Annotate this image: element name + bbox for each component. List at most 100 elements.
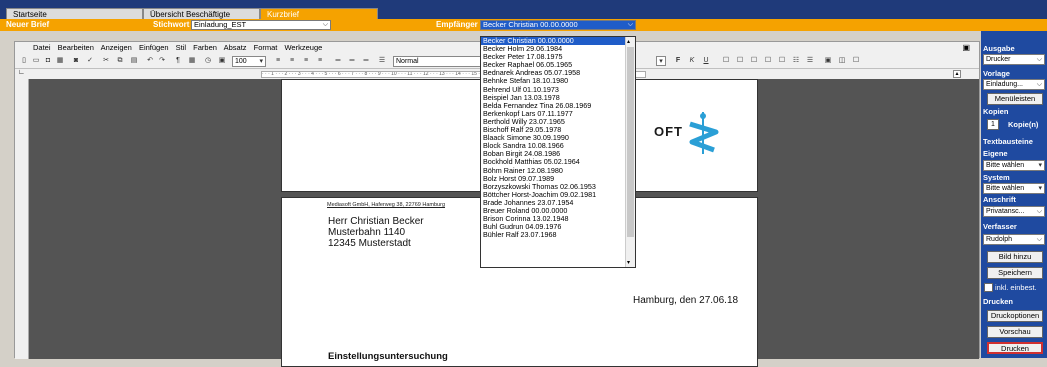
recipient-option[interactable]: Bühler Ralf 23.07.1968 [481,231,635,239]
font-size-dropdown-icon[interactable]: ▾ [656,56,666,66]
scroll-down-icon[interactable]: ▾ [627,259,630,266]
print-icon[interactable]: ▦ [55,56,65,66]
chevron-down-icon: ⌵ [627,21,633,28]
menu-absatz[interactable]: Absatz [224,43,247,52]
print-preview-icon[interactable]: ◙ [71,56,81,66]
redo-icon[interactable]: ↷ [157,56,167,66]
ausgabe-label: Ausgabe [983,44,1015,53]
eigene-select[interactable]: Bitte wählen ▾ [983,160,1045,171]
stichwort-label: Stichwort [153,20,190,29]
menuleisten-button[interactable]: Menüleisten [987,93,1043,105]
clock-icon[interactable]: ◷ [203,56,213,66]
vorlage-label: Vorlage [983,69,1010,78]
cut-icon[interactable]: ✂ [101,56,111,66]
border-bottom-icon[interactable]: ☐ [777,56,787,66]
chevron-down-icon: ⌵ [322,21,328,28]
eigene-label: Eigene [983,149,1008,158]
empfaenger-select[interactable]: Becker Christian 00.00.0000 ⌵ [480,20,636,30]
align-justify-icon[interactable]: ≡ [315,56,325,66]
tab-startseite[interactable]: Startseite [6,8,143,19]
spacing-onehalf-icon[interactable]: ═ [347,56,357,66]
bild-hinzu-button[interactable]: Bild hinzu [987,251,1043,263]
italic-icon[interactable]: K [687,56,697,66]
recipient-name: Herr Christian Becker [328,216,424,227]
textbausteine-label: Textbausteine [983,137,1033,146]
recipient-dropdown-list[interactable]: Becker Christian 00.00.0000 Becker Holm 2… [480,36,636,268]
menu-datei[interactable]: Datei [33,43,51,52]
menu-farben[interactable]: Farben [193,43,217,52]
druckoptionen-button[interactable]: Druckoptionen [987,310,1043,322]
chevron-down-icon: ⌵ [1036,236,1042,243]
list-scrollbar[interactable]: ▴ ▾ [625,37,635,267]
align-center-icon[interactable]: ≡ [287,56,297,66]
spellcheck-icon[interactable]: ✓ [85,56,95,66]
vertical-ruler[interactable] [15,79,29,359]
menu-format[interactable]: Format [254,43,278,52]
speichern-button[interactable]: Speichern [987,267,1043,279]
drucken-section-label: Drucken [983,297,1014,306]
open-folder-icon[interactable]: ▭ [31,56,41,66]
inkl-einbest-checkbox[interactable] [984,283,993,292]
zoom-select[interactable]: 100 ▾ [232,56,266,67]
new-doc-icon[interactable]: ▯ [19,56,29,66]
menu-werkzeuge[interactable]: Werkzeuge [284,43,322,52]
scroll-up-icon[interactable]: ▴ [627,38,630,45]
chevron-down-icon: ⌵ [1036,81,1042,88]
kopien-label: Kopien [983,107,1009,116]
menu-bearbeiten[interactable]: Bearbeiten [58,43,94,52]
tab-stop-icon[interactable]: ∟ [18,69,25,76]
align-left-icon[interactable]: ≡ [273,56,283,66]
chevron-down-icon: ▾ [1038,162,1042,169]
top-tab-bar: Startseite Übersicht Beschäftigte Kurzbr… [0,0,1047,19]
menu-stil[interactable]: Stil [176,43,186,52]
paste-icon[interactable]: ▤ [129,56,139,66]
ausgabe-select[interactable]: Drucker ⌵ [983,54,1045,65]
frame-split-icon[interactable]: ◫ [837,56,847,66]
bold-icon[interactable]: F [673,56,683,66]
chevron-down-icon: ⌵ [1036,208,1042,215]
menu-einfuegen[interactable]: Einfügen [139,43,169,52]
align-right-icon[interactable]: ≡ [301,56,311,66]
kopien-input[interactable]: 1 [987,119,999,130]
chevron-down-icon: ⌵ [1036,56,1042,63]
anschrift-select[interactable]: Privatansc... ⌵ [983,206,1045,217]
scroll-up-icon[interactable]: ▴ [953,70,961,78]
panel-top-strip [981,31,1047,41]
border-right-icon[interactable]: ☐ [749,56,759,66]
border-none-icon[interactable]: ☐ [721,56,731,66]
spacing-double-icon[interactable]: ═ [361,56,371,66]
scrollbar-thumb[interactable] [627,47,634,237]
right-options-panel: Ausgabe Drucker ⌵ Vorlage Einladung... ⌵ M… [981,41,1047,358]
border-top-icon[interactable]: ☐ [763,56,773,66]
bullet-list-icon[interactable]: ☰ [377,56,387,66]
border-horizontal-icon[interactable]: ☰ [805,56,815,66]
save-icon[interactable]: ◘ [43,56,53,66]
table-icon[interactable]: ▦ [187,56,197,66]
vorlage-select[interactable]: Einladung... ⌵ [983,79,1045,90]
vorschau-button[interactable]: Vorschau [987,326,1043,338]
underline-icon[interactable]: U [701,56,711,66]
system-select[interactable]: Bitte wählen ▾ [983,183,1045,194]
tab-kurzbrief[interactable]: Kurzbrief [260,8,378,19]
border-inner-icon[interactable]: ☷ [791,56,801,66]
letter-subject: Einstellungsuntersuchung [328,351,448,362]
paragraph-marks-icon[interactable]: ¶ [173,56,183,66]
company-logo-text: OFT [654,124,683,139]
field-icon[interactable]: ▣ [217,56,227,66]
spacing-single-icon[interactable]: ═ [333,56,343,66]
company-logo-icon [689,112,719,154]
recipient-address: Herr Christian Becker Musterbahn 1140 12… [328,216,424,249]
frame-icon[interactable]: ▣ [823,56,833,66]
menu-anzeigen[interactable]: Anzeigen [101,43,132,52]
frame-outline-icon[interactable]: ☐ [851,56,861,66]
tab-uebersicht-beschaeftigte[interactable]: Übersicht Beschäftigte [143,8,260,19]
undo-icon[interactable]: ↶ [145,56,155,66]
verfasser-select[interactable]: Rudolph ⌵ [983,234,1045,245]
window-restore-icon[interactable]: ▣ [962,42,970,54]
paragraph-style-select[interactable]: Normal [393,56,493,67]
copy-icon[interactable]: ⧉ [115,56,125,66]
stichwort-input[interactable]: Einladung_EST ⌵ [191,20,331,30]
system-label: System [983,173,1010,182]
border-left-icon[interactable]: ☐ [735,56,745,66]
drucken-button[interactable]: Drucken [987,342,1043,354]
